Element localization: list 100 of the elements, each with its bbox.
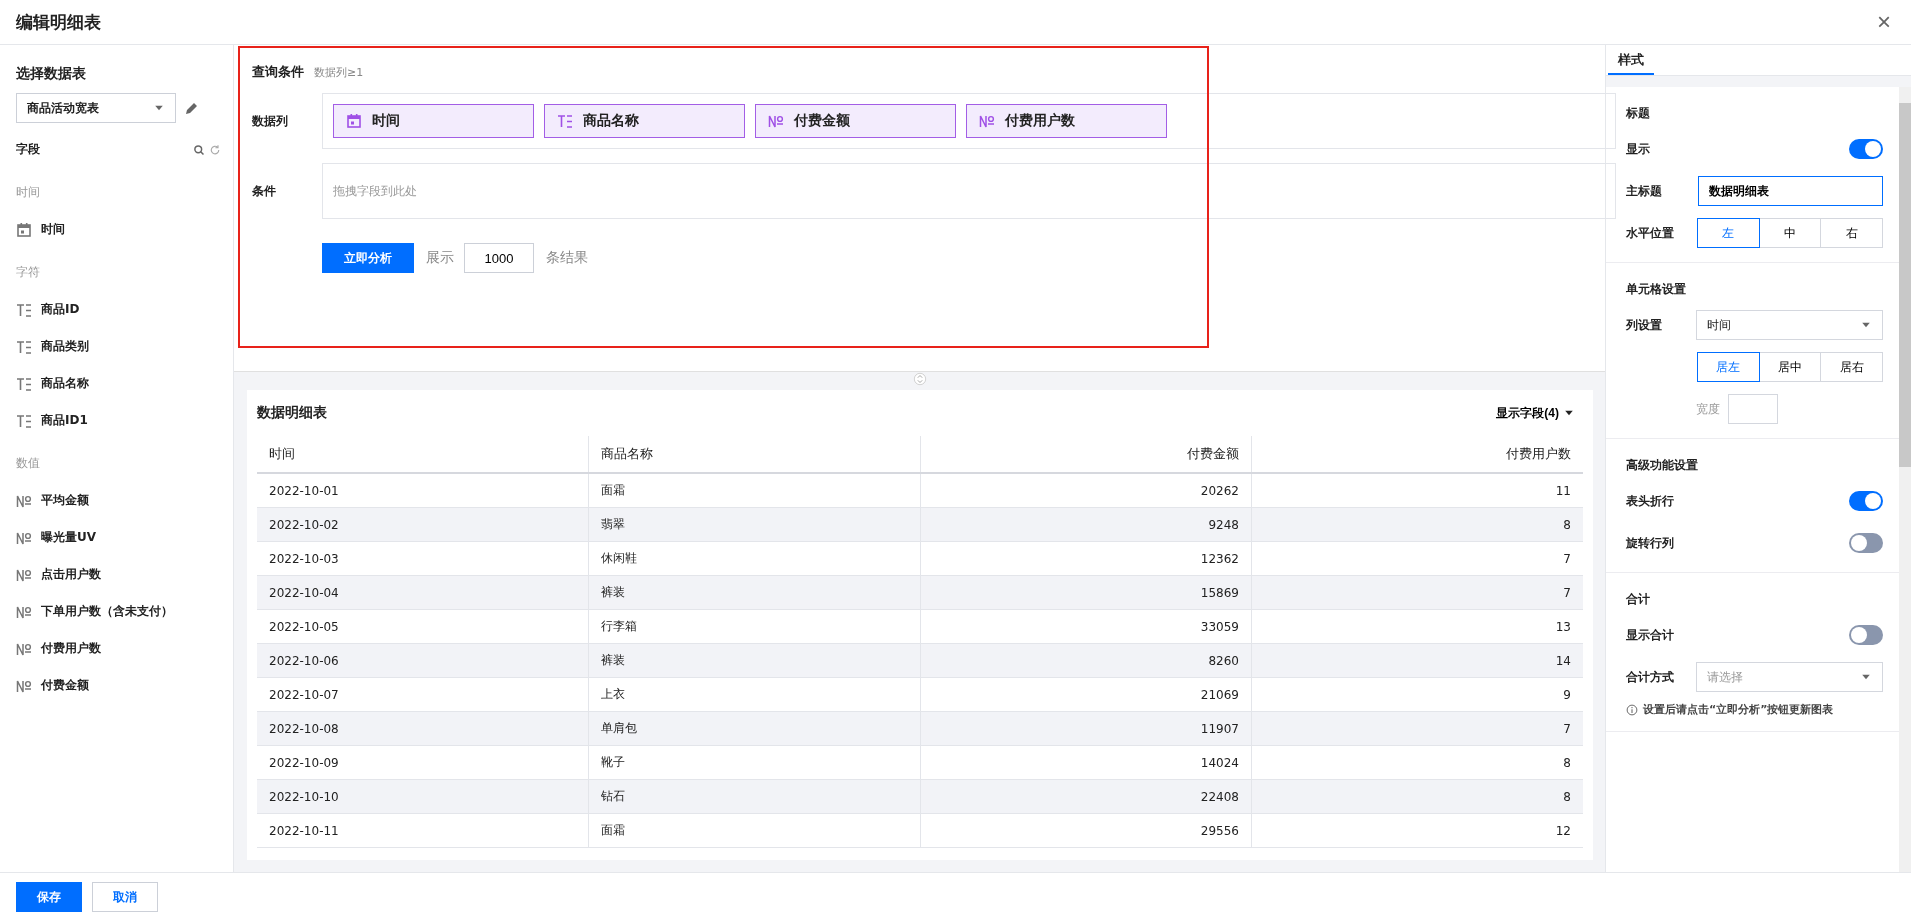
width-field[interactable]	[1728, 394, 1778, 424]
table-cell: 11907	[920, 711, 1252, 746]
table-cell: 8	[1251, 745, 1583, 780]
table-cell: 33059	[920, 609, 1252, 644]
save-button[interactable]: 保存	[16, 882, 82, 912]
number-field-icon	[979, 113, 995, 129]
segment-option[interactable]: 左	[1697, 218, 1760, 248]
segment-option[interactable]: 居右	[1820, 352, 1883, 382]
table-cell: 12	[1251, 813, 1583, 848]
count-field[interactable]: 1000	[464, 243, 534, 273]
group-label: 数值	[16, 455, 41, 472]
column-header: 时间	[257, 436, 589, 473]
table-cell: 12362	[920, 541, 1252, 576]
section-heading: 字段	[16, 141, 40, 158]
table-cell: 14	[1251, 643, 1583, 678]
setting-label: 表头折行	[1626, 492, 1675, 510]
segment-option[interactable]: 右	[1820, 218, 1883, 248]
pencil-icon	[184, 100, 200, 116]
table-cell: 2022-10-11	[257, 813, 589, 848]
table-cell: 行李箱	[588, 609, 920, 644]
table-cell: 7	[1251, 541, 1583, 576]
title-field[interactable]: 数据明细表	[1698, 176, 1883, 206]
section-heading: 选择数据表	[16, 65, 87, 83]
field-chip[interactable]: 付费金额	[755, 104, 956, 138]
field-item[interactable]: 曝光量UV	[16, 529, 233, 546]
analyze-button[interactable]: 立即分析	[322, 243, 414, 273]
setting-label: 显示合计	[1626, 626, 1675, 644]
table-cell: 裤装	[588, 575, 920, 610]
setting-label: 宽度	[1696, 400, 1720, 418]
table-cell: 单肩包	[588, 711, 920, 746]
field-item[interactable]: 商品名称	[16, 375, 233, 392]
text-field-icon	[16, 338, 32, 355]
text-field-icon	[16, 301, 32, 318]
table-cell: 7	[1251, 711, 1583, 746]
number-field-icon	[768, 113, 784, 129]
field-chip[interactable]: 付费用户数	[966, 104, 1167, 138]
info-note: 设置后请点击“立即分析”按钮更新图表	[1643, 702, 1834, 717]
section-heading: 高级功能设置	[1626, 457, 1699, 474]
field-chip[interactable]: 商品名称	[544, 104, 745, 138]
field-item[interactable]: 付费金额	[16, 677, 233, 694]
toggle-switch[interactable]	[1849, 491, 1883, 511]
toggle-switch[interactable]	[1849, 625, 1883, 645]
segment-option[interactable]: 居左	[1697, 352, 1760, 382]
column-header: 付费用户数	[1251, 436, 1583, 473]
field-item[interactable]: 点击用户数	[16, 566, 233, 583]
group-label: 字符	[16, 264, 41, 281]
show-suffix: 条结果	[546, 249, 588, 267]
fields-dropdown[interactable]: 显示字段(4)	[1496, 404, 1575, 422]
setting-label: 列设置	[1626, 316, 1663, 334]
table-cell: 2022-10-06	[257, 643, 589, 678]
toggle-switch[interactable]	[1849, 139, 1883, 159]
table-cell: 2022-10-03	[257, 541, 589, 576]
field-item[interactable]: 商品ID1	[16, 412, 233, 429]
calendar-icon	[346, 113, 362, 129]
field-item[interactable]: 付费用户数	[16, 640, 233, 657]
table-cell: 8	[1251, 507, 1583, 542]
drop-zone[interactable]: 时间 商品名称 付费金额 付费用户数	[322, 93, 1616, 149]
text-field-icon	[16, 412, 32, 429]
text-field-icon	[557, 113, 573, 129]
table-cell: 15869	[920, 575, 1252, 610]
setting-label: 显示	[1626, 140, 1651, 158]
table-cell: 7	[1251, 575, 1583, 610]
section-heading: 单元格设置	[1626, 281, 1687, 298]
section-title: 查询条件	[252, 63, 304, 81]
table-select[interactable]: 商品活动宽表	[16, 93, 176, 123]
field-chip[interactable]: 时间	[333, 104, 534, 138]
table-cell: 钻石	[588, 779, 920, 814]
field-item[interactable]: 商品类别	[16, 338, 233, 355]
toggle-switch[interactable]	[1849, 533, 1883, 553]
column-select[interactable]: 时间	[1696, 310, 1883, 340]
dialog-title: 编辑明细表	[16, 10, 101, 34]
table-cell: 22408	[920, 779, 1252, 814]
table-cell: 8	[1251, 779, 1583, 814]
refresh-icon	[209, 143, 221, 156]
table-cell: 9	[1251, 677, 1583, 712]
table-cell: 翡翠	[588, 507, 920, 542]
setting-label: 主标题	[1626, 182, 1663, 200]
setting-label: 旋转行列	[1626, 534, 1675, 552]
setting-label: 合计方式	[1626, 668, 1675, 686]
table-cell: 21069	[920, 677, 1252, 712]
field-item[interactable]: 时间	[16, 221, 233, 238]
field-item[interactable]: 商品ID	[16, 301, 233, 318]
hint-text: 数据列≥1	[314, 65, 364, 80]
column-header: 商品名称	[588, 436, 920, 473]
table-cell: 9248	[920, 507, 1252, 542]
field-item[interactable]: 下单用户数（含未支付）	[16, 603, 233, 620]
section-heading: 合计	[1626, 591, 1651, 608]
segment-option[interactable]: 中	[1758, 218, 1822, 248]
cancel-button[interactable]: 取消	[92, 882, 158, 912]
tab[interactable]: 样式	[1608, 51, 1654, 75]
calendar-icon	[16, 221, 32, 238]
show-label: 展示	[426, 249, 454, 267]
close-button[interactable]: ×	[1873, 10, 1895, 34]
table-cell: 2022-10-04	[257, 575, 589, 610]
field-item[interactable]: 平均金额	[16, 492, 233, 509]
segment-option[interactable]: 居中	[1758, 352, 1822, 382]
table-cell: 休闲鞋	[588, 541, 920, 576]
group-label: 时间	[16, 184, 41, 201]
scrollbar[interactable]	[1899, 87, 1911, 872]
search-icon	[193, 143, 205, 156]
